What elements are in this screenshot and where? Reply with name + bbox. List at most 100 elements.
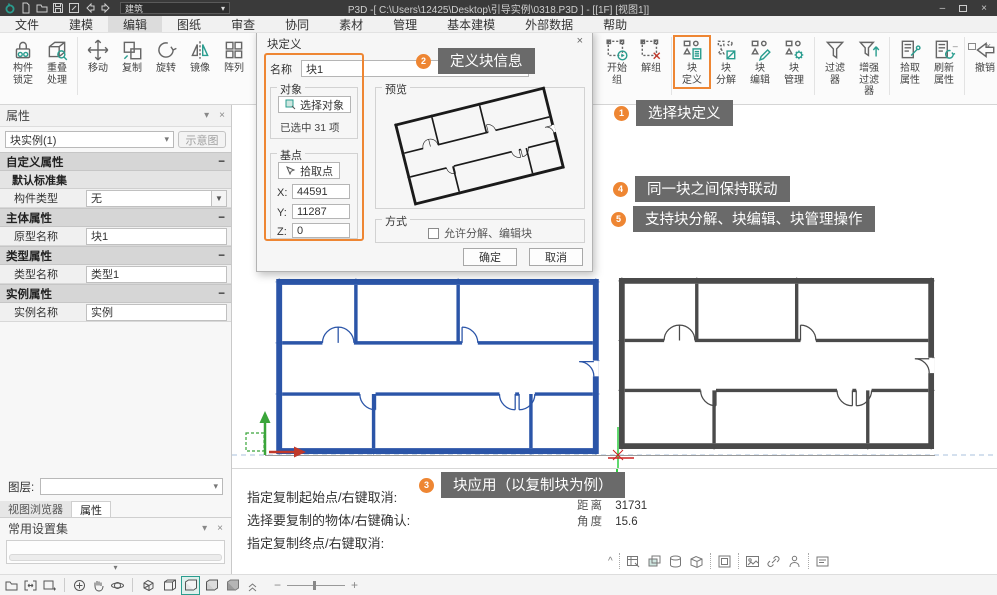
- filter-button[interactable]: 过滤器: [818, 37, 852, 87]
- tab-properties[interactable]: 属性: [72, 501, 111, 517]
- panel-close-icon[interactable]: ×: [219, 110, 225, 121]
- cylinder-icon[interactable]: [668, 554, 683, 569]
- rotate-button[interactable]: 旋转: [149, 37, 183, 76]
- workspace-selector[interactable]: 建筑 ▾: [120, 2, 230, 14]
- new-file-icon[interactable]: [20, 2, 32, 14]
- dialog-close-icon[interactable]: ×: [577, 35, 583, 47]
- collapse-icon[interactable]: −: [218, 156, 225, 168]
- open-box-icon[interactable]: [689, 554, 704, 569]
- component-type-value[interactable]: 无: [86, 190, 212, 207]
- move-gizmo[interactable]: [246, 411, 306, 458]
- slider-plus-icon[interactable]: +: [351, 578, 358, 592]
- layers-icon[interactable]: [647, 554, 662, 569]
- splitter-caret-icon[interactable]: ▾: [113, 563, 117, 572]
- menu-item-collaborate[interactable]: 协同: [270, 16, 324, 32]
- open-file-icon[interactable]: [36, 2, 48, 14]
- slider-minus-icon[interactable]: −: [274, 578, 281, 592]
- block-define-button[interactable]: 块 定义: [675, 37, 709, 87]
- zoom-slider[interactable]: − +: [274, 578, 358, 592]
- close-button[interactable]: ×: [981, 3, 987, 14]
- zoom-extents-icon[interactable]: [72, 578, 87, 593]
- section-custom-properties[interactable]: 自定义属性 −: [0, 152, 231, 171]
- floorplan-block-selected[interactable]: [275, 278, 600, 455]
- collapse-icon[interactable]: −: [218, 212, 225, 224]
- ungroup-button[interactable]: 解组: [634, 37, 668, 76]
- menu-item-model[interactable]: 建模: [54, 16, 108, 32]
- menu-item-edit[interactable]: 编辑: [108, 16, 162, 32]
- caret-down-icon[interactable]: ▼: [212, 190, 227, 207]
- menu-item-manage[interactable]: 管理: [378, 16, 432, 32]
- move-button[interactable]: 移动: [81, 37, 115, 76]
- diagram-button[interactable]: 示意图: [178, 131, 226, 148]
- highlight-box-orange: [264, 53, 364, 241]
- new-view-icon[interactable]: [4, 578, 19, 593]
- expand-up-icon[interactable]: ^: [608, 556, 613, 567]
- section-host-properties[interactable]: 主体属性 −: [0, 208, 231, 227]
- allow-explode-checkbox[interactable]: [428, 228, 439, 239]
- overlap-handling-button[interactable]: 重叠 处理: [40, 37, 74, 87]
- type-name-value[interactable]: 类型1: [86, 266, 227, 283]
- save-icon[interactable]: [52, 2, 64, 14]
- refresh-properties-button[interactable]: 刷新 属性: [927, 37, 961, 87]
- undo-arrow-icon[interactable]: [84, 2, 96, 14]
- enhanced-filter-button[interactable]: 增强 过滤器: [852, 37, 886, 99]
- collapse-icon[interactable]: −: [218, 288, 225, 300]
- copy-icon: [120, 38, 144, 62]
- shaded-view-button[interactable]: [182, 577, 199, 594]
- panel-caret-down-icon[interactable]: ▾: [202, 523, 207, 534]
- pan-hand-icon[interactable]: [91, 578, 106, 593]
- ok-button[interactable]: 确定: [463, 248, 517, 266]
- menu-item-basic-modeling[interactable]: 基本建模: [432, 16, 510, 32]
- tab-view-browser[interactable]: 视图浏览器: [0, 501, 72, 517]
- restore-button[interactable]: [959, 5, 967, 12]
- prototype-name-value[interactable]: 块1: [86, 228, 227, 245]
- menu-item-file[interactable]: 文件: [0, 16, 54, 32]
- lock-component-button[interactable]: 构件 锁定: [6, 37, 40, 87]
- instance-name-value[interactable]: 实例: [86, 304, 227, 321]
- section-instance-properties[interactable]: 实例属性 −: [0, 284, 231, 303]
- settings-set-list[interactable]: ▾: [6, 540, 225, 564]
- orbit-icon[interactable]: [110, 578, 125, 593]
- block-manage-icon: [782, 38, 806, 62]
- redo-arrow-icon[interactable]: [100, 2, 112, 14]
- fit-window-icon[interactable]: [23, 578, 38, 593]
- frame-icon[interactable]: [717, 554, 732, 569]
- block-explode-button[interactable]: 块 分解: [709, 37, 743, 87]
- menu-item-external-data[interactable]: 外部数据: [510, 16, 588, 32]
- selection-combobox[interactable]: 块实例(1) ▾: [5, 131, 174, 148]
- copy-button[interactable]: 复制: [115, 37, 149, 76]
- add-view-icon[interactable]: [42, 578, 57, 593]
- start-group-button[interactable]: 开始组: [600, 37, 634, 87]
- block-manage-button[interactable]: 块 管理: [777, 37, 811, 87]
- horizontal-scrollbar[interactable]: [9, 554, 222, 561]
- pick-properties-button[interactable]: 拾取 属性: [893, 37, 927, 87]
- panel-close-icon[interactable]: ×: [217, 523, 223, 534]
- image-icon[interactable]: [745, 554, 760, 569]
- cancel-button[interactable]: 取消: [529, 248, 583, 266]
- link-icon[interactable]: [766, 554, 781, 569]
- panel-caret-down-icon[interactable]: ▾: [204, 110, 209, 121]
- mirror-button[interactable]: 镜像: [183, 37, 217, 76]
- undo-button[interactable]: 撤销: [968, 37, 997, 76]
- hidden-line-view-button[interactable]: [161, 577, 178, 594]
- collapse-chevrons-icon[interactable]: [245, 578, 260, 593]
- minimize-button[interactable]: –: [940, 3, 946, 14]
- note-icon[interactable]: [815, 554, 830, 569]
- block-edit-button[interactable]: 块 编辑: [743, 37, 777, 87]
- realistic-view-button[interactable]: [224, 577, 241, 594]
- layer-combobox[interactable]: ▾: [40, 478, 223, 495]
- menu-item-materials[interactable]: 素材: [324, 16, 378, 32]
- section-type-properties[interactable]: 类型属性 −: [0, 246, 231, 265]
- floorplan-block-copy[interactable]: [618, 277, 935, 450]
- export-icon[interactable]: [68, 2, 80, 14]
- shaded-edges-view-button[interactable]: [203, 577, 220, 594]
- wireframe-view-button[interactable]: [140, 577, 157, 594]
- array-button[interactable]: 阵列: [217, 37, 251, 76]
- collapse-icon[interactable]: −: [218, 250, 225, 262]
- slider-handle[interactable]: [313, 581, 316, 590]
- grid-table-icon[interactable]: [626, 554, 641, 569]
- menu-item-help[interactable]: 帮助: [588, 16, 642, 32]
- menu-item-review[interactable]: 审查: [216, 16, 270, 32]
- menu-item-sheets[interactable]: 图纸: [162, 16, 216, 32]
- person-icon[interactable]: [787, 554, 802, 569]
